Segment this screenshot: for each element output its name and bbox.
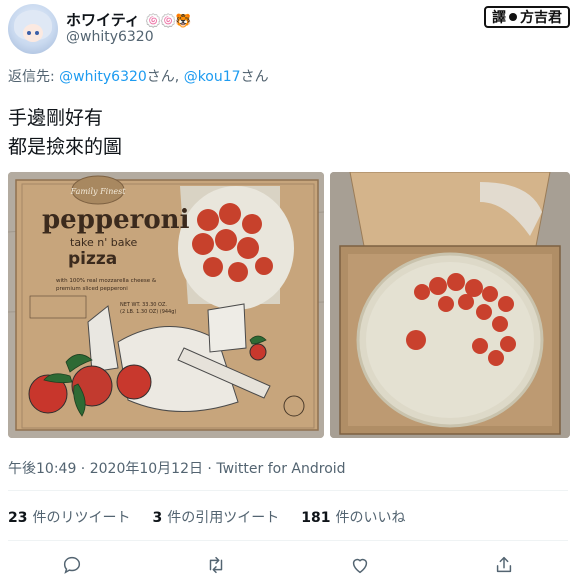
pizza-photo-illustration xyxy=(330,172,570,438)
divider xyxy=(8,490,568,491)
badge-dot xyxy=(509,13,517,21)
quotes-label: 件の引用ツイート xyxy=(167,510,280,526)
author-display-name[interactable]: ホワイティ 🍥🍥🐯 xyxy=(66,9,192,30)
tweet-text-line: 都是撿來的圖 xyxy=(8,136,123,158)
reply-prefix: 返信先: xyxy=(8,69,60,85)
box-product-text: pizza xyxy=(68,249,117,269)
retweets-stat[interactable]: 23 件のリツイート xyxy=(8,507,130,527)
tweet-actions xyxy=(0,552,576,578)
badge-label-right: 方吉君 xyxy=(520,10,562,26)
box-title-text: pepperoni xyxy=(42,205,190,235)
reply-icon xyxy=(63,556,81,574)
mention-link[interactable]: @kou17 xyxy=(184,69,241,85)
author-avatar[interactable] xyxy=(8,4,58,54)
share-button[interactable] xyxy=(491,552,517,578)
tweet-timestamp[interactable]: 午後10:49 · 2020年10月12日 · Twitter for Andr… xyxy=(8,458,346,478)
retweet-icon xyxy=(209,556,223,574)
watermark-badge: 譯 方吉君 xyxy=(484,6,570,28)
avatar-eye-left xyxy=(27,31,31,35)
pizza-box-illustration: Family Finest pepperoni take n' bake piz… xyxy=(8,172,324,438)
reply-button[interactable] xyxy=(59,552,85,578)
like-button[interactable] xyxy=(347,552,373,578)
heart-icon xyxy=(352,558,368,574)
avatar-face xyxy=(23,24,43,42)
share-icon xyxy=(496,556,512,573)
tweet-photo-pizza-box[interactable]: Family Finest pepperoni take n' bake piz… xyxy=(8,172,324,438)
meta-separator: · xyxy=(202,461,217,477)
quotes-count: 3 xyxy=(152,510,163,526)
reply-to-line: 返信先: @whity6320さん, @kou17さん xyxy=(8,66,269,86)
box-weight-text: (2 LB. 1.30 OZ) (944g) xyxy=(120,309,176,315)
likes-stat[interactable]: 181 件のいいね xyxy=(301,507,405,527)
retweets-label: 件のリツイート xyxy=(32,510,131,526)
tweet-stats: 23 件のリツイート 3 件の引用ツイート 181 件のいいね xyxy=(8,507,405,527)
quotes-stat[interactable]: 3 件の引用ツイート xyxy=(152,507,279,527)
tweet-source: Twitter for Android xyxy=(216,461,346,477)
box-brand-text: Family Finest xyxy=(70,187,127,196)
avatar-eye-right xyxy=(35,31,39,35)
tweet-text: 手邊剛好有 都是撿來的圖 xyxy=(8,104,122,162)
badge-label-left: 譯 xyxy=(492,10,506,26)
tweet-text-line: 手邊剛好有 xyxy=(8,107,104,129)
mention-link[interactable]: @whity6320 xyxy=(59,69,147,85)
mention-suffix: さん, xyxy=(146,69,184,85)
tweet-time: 午後10:49 xyxy=(8,461,77,477)
mention-suffix: さん xyxy=(240,69,269,85)
display-name-text: ホワイティ xyxy=(66,11,140,29)
author-handle[interactable]: @whity6320 xyxy=(66,29,154,45)
tweet-photo-pizza-eaten[interactable] xyxy=(330,172,570,438)
retweet-button[interactable] xyxy=(203,552,229,578)
box-subtitle-text: take n' bake xyxy=(70,236,137,249)
box-desc-text: premium sliced pepperoni xyxy=(56,286,128,292)
retweets-count: 23 xyxy=(8,510,28,526)
likes-label: 件のいいね xyxy=(335,510,406,526)
box-desc-text: with 100% real mozzarella cheese & xyxy=(56,278,157,284)
divider xyxy=(8,540,568,541)
likes-count: 181 xyxy=(301,510,331,526)
box-weight-text: NET WT. 33.30 OZ. xyxy=(120,302,167,308)
meta-separator: · xyxy=(76,461,90,477)
tweet-date: 2020年10月12日 xyxy=(89,461,203,477)
name-emoji: 🍥🍥🐯 xyxy=(145,14,192,29)
